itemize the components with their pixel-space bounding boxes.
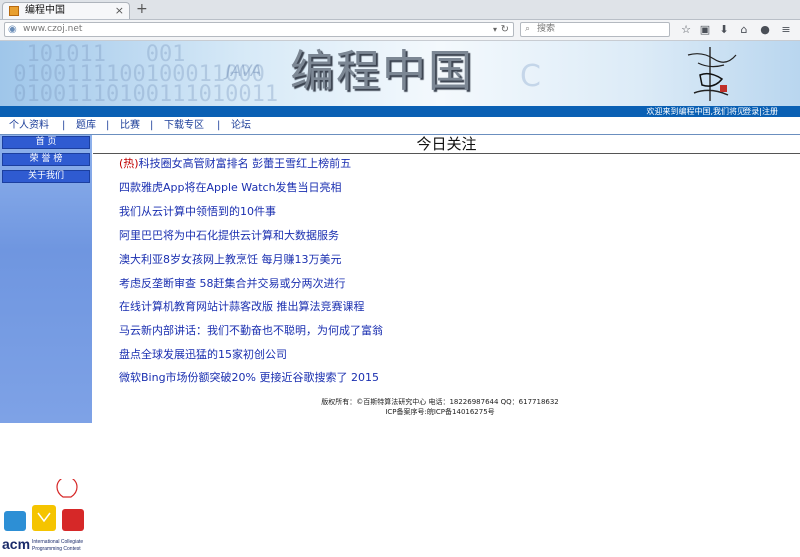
sidebar-item-about[interactable]: 关于我们 <box>2 170 90 183</box>
sidebar-item-honors[interactable]: 荣 誉 榜 <box>2 153 90 166</box>
search-icon: ⌕ <box>525 24 531 34</box>
c-decoration: C <box>520 59 541 94</box>
menu-problems[interactable]: 题库 <box>76 118 96 133</box>
footer-icp: ICP备案序号:皖ICP备14016275号 <box>385 408 495 416</box>
news-item[interactable]: 马云新内部讲话：我们不勤奋也不聪明，为何成了富翁 <box>119 324 383 337</box>
reading-list-icon[interactable]: ▣ <box>697 22 713 37</box>
browser-tab[interactable]: 编程中国 × <box>2 2 130 19</box>
news-item[interactable]: 考虑反垄断审查 58赶集合并交易或分两次进行 <box>119 277 346 290</box>
today-heading: 今日关注 <box>416 135 477 153</box>
acm-sub2: Programming Contest <box>32 546 81 552</box>
news-item[interactable]: 澳大利亚8岁女孩网上教烹饪 每月赚13万美元 <box>119 253 342 266</box>
menu-profile[interactable]: 个人资料 <box>9 118 49 133</box>
login-register-link[interactable]: 登录|注册 <box>743 106 778 117</box>
news-item[interactable]: 我们从云计算中领悟到的10件事 <box>119 205 276 218</box>
url-dropdown-icon[interactable]: ▾ <box>493 23 497 36</box>
browser-navbar: ◉ www.czoj.net ▾ ↻ ⌕ 搜索 ☆ ▣ ⬇ ⌂ ● ≡ <box>0 20 800 41</box>
close-tab-icon[interactable]: × <box>115 4 124 18</box>
welcome-bar: 欢迎来到编程中国,我们将见 登录|注册 <box>0 106 800 117</box>
globe-icon: ◉ <box>8 24 17 35</box>
sidebar-item-home[interactable]: 首 页 <box>2 136 90 149</box>
menu-forum[interactable]: 论坛 <box>231 118 251 133</box>
news-item[interactable]: 四款雅虎App将在Apple Watch发售当日亮相 <box>119 181 342 194</box>
news-item[interactable]: 在线计算机教育网站计蒜客改版 推出算法竞赛课程 <box>119 300 365 313</box>
search-box[interactable]: ⌕ 搜索 <box>520 22 670 37</box>
footer-copyright: 版权所有：©百斯特算法研究中心 电话：18226987644 QQ：617718… <box>321 398 559 406</box>
new-tab-button[interactable]: + <box>136 1 148 17</box>
menu-downloads[interactable]: 下载专区 <box>164 118 204 133</box>
reload-icon[interactable]: ↻ <box>501 23 509 36</box>
menu-separator: | <box>217 120 221 131</box>
chat-icon[interactable]: ● <box>757 22 773 37</box>
browser-tabbar: 编程中国 × + <box>0 0 800 20</box>
bookmark-star-icon[interactable]: ☆ <box>678 22 694 37</box>
news-item[interactable]: 阿里巴巴将为中石化提供云计算和大数据服务 <box>119 229 339 242</box>
heading-divider <box>93 153 800 154</box>
menu-separator: | <box>150 120 154 131</box>
acm-icpc-logo-icon: acm International Collegiate Programming… <box>2 479 84 552</box>
menu-separator: | <box>62 120 66 131</box>
search-input[interactable]: 搜索 <box>537 23 555 36</box>
left-sidebar: 首 页 荣 誉 榜 关于我们 acm International Collegi… <box>0 135 92 552</box>
home-icon[interactable]: ⌂ <box>736 22 752 37</box>
java-decoration: JAVA <box>226 61 262 80</box>
address-bar[interactable]: ◉ www.czoj.net ▾ ↻ <box>4 22 514 37</box>
tab-title: 编程中国 <box>25 5 65 16</box>
menu-separator: | <box>106 120 110 131</box>
news-link[interactable]: 科技圈女高管财富排名 彭蕾王雪红上榜前五 <box>139 157 352 170</box>
site-title: 编程中国 <box>290 46 474 97</box>
top-menu: 个人资料 | 题库 | 比赛 | 下载专区 | 论坛 <box>0 117 800 135</box>
address-url[interactable]: www.czoj.net <box>23 23 82 36</box>
news-item[interactable]: 盘点全球发展迅猛的15家初创公司 <box>119 348 287 361</box>
ink-logo-icon <box>687 47 737 101</box>
download-icon[interactable]: ⬇ <box>716 22 732 37</box>
menu-icon[interactable]: ≡ <box>778 22 794 37</box>
site-favicon-icon <box>9 6 19 16</box>
acm-sub1: International Collegiate <box>32 539 83 545</box>
menu-contests[interactable]: 比赛 <box>120 118 140 133</box>
main-content: 今日关注 (热)科技圈女高管财富排名 彭蕾王雪红上榜前五 四款雅虎App将在Ap… <box>93 135 800 423</box>
site-banner: 101011 001 0100111100100011000 010011101… <box>0 41 800 106</box>
acm-brand: acm <box>2 536 30 552</box>
hot-tag: (热) <box>119 157 139 170</box>
welcome-text: 欢迎来到编程中国,我们将见 <box>646 107 745 116</box>
news-item[interactable]: (热)科技圈女高管财富排名 彭蕾王雪红上榜前五 <box>119 157 351 170</box>
news-item[interactable]: 微软Bing市场份额突破20% 更接近谷歌搜索了 2015 <box>119 371 379 384</box>
